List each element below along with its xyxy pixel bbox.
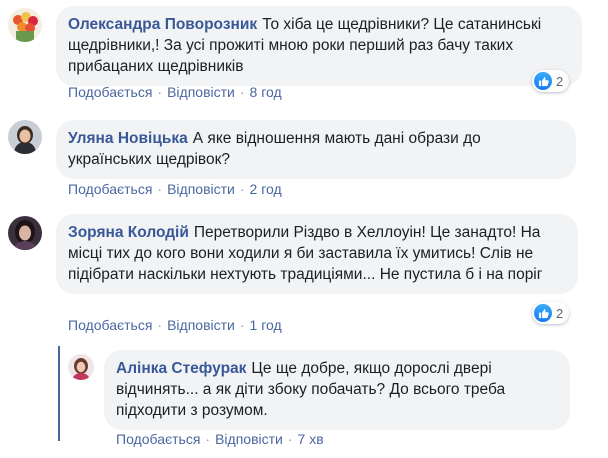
- reply-link[interactable]: Відповісти: [167, 181, 235, 197]
- separator: ·: [205, 431, 211, 447]
- separator: ·: [239, 317, 245, 333]
- like-icon: [534, 304, 552, 322]
- like-link[interactable]: Подобається: [68, 84, 152, 100]
- avatar[interactable]: [8, 120, 42, 154]
- reaction-count[interactable]: 2: [532, 70, 570, 92]
- like-count: 2: [556, 305, 564, 321]
- comment-bubble: Олександра Поворозник То хіба це щедрівни…: [56, 6, 582, 86]
- comment-time[interactable]: 1 год: [250, 317, 282, 333]
- comment-actions: Подобається · Відповісти · 8 год: [68, 84, 282, 100]
- comment-bubble: Уляна Новіцька А яке відношення мають дан…: [56, 120, 576, 179]
- comment-author[interactable]: Зоряна Колодій: [68, 224, 189, 241]
- like-count: 2: [556, 73, 564, 89]
- comment-actions: Подобається · Відповісти · 1 год: [68, 317, 282, 333]
- reply-thread-line: [58, 346, 60, 441]
- avatar[interactable]: [8, 8, 42, 42]
- like-icon: [534, 72, 552, 90]
- comment-time[interactable]: 8 год: [250, 84, 282, 100]
- like-link[interactable]: Подобається: [68, 181, 152, 197]
- avatar[interactable]: [8, 216, 42, 250]
- reply-link[interactable]: Відповісти: [167, 317, 235, 333]
- reaction-count[interactable]: 2: [532, 302, 570, 324]
- comment-time[interactable]: 2 год: [250, 181, 282, 197]
- comment-author[interactable]: Уляна Новіцька: [68, 130, 188, 147]
- comment-bubble: Зоряна Колодій Перетворили Різдво в Хелло…: [56, 214, 578, 294]
- separator: ·: [157, 181, 163, 197]
- comment-author[interactable]: Олександра Поворозник: [68, 16, 257, 33]
- comment-actions: Подобається · Відповісти · 2 год: [68, 181, 282, 197]
- comment-time[interactable]: 7 хв: [298, 431, 324, 447]
- separator: ·: [239, 84, 245, 100]
- separator: ·: [157, 84, 163, 100]
- like-link[interactable]: Подобається: [68, 317, 152, 333]
- separator: ·: [239, 181, 245, 197]
- reply-link[interactable]: Відповісти: [215, 431, 283, 447]
- avatar[interactable]: [68, 354, 94, 380]
- comment-bubble: Алінка Стефурак Це ще добре, якщо дорослі…: [104, 350, 570, 430]
- separator: ·: [157, 317, 163, 333]
- comment-actions: Подобається · Відповісти · 7 хв: [116, 431, 324, 447]
- comment-author[interactable]: Алінка Стефурак: [116, 360, 246, 377]
- like-link[interactable]: Подобається: [116, 431, 200, 447]
- separator: ·: [287, 431, 293, 447]
- reply-link[interactable]: Відповісти: [167, 84, 235, 100]
